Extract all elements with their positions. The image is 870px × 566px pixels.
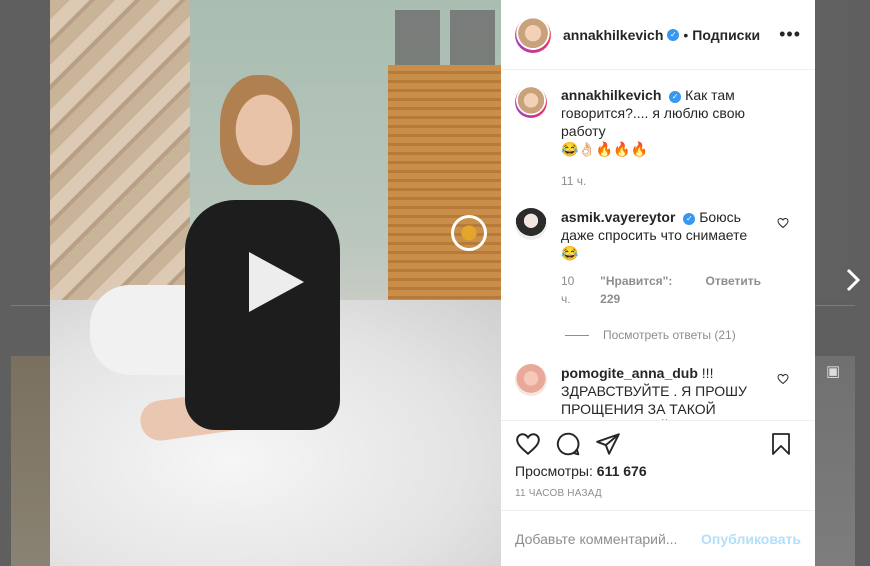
comment-icon[interactable] [555,431,587,459]
background-post-thumbnail[interactable] [11,356,51,566]
verified-badge-icon: ✓ [667,28,680,41]
add-comment-bar: Опубликовать [501,510,815,566]
caption-username[interactable]: annakhilkevich [561,87,661,103]
background-divider [11,305,51,306]
post-video[interactable] [50,0,501,566]
more-options-icon[interactable]: ••• [779,24,801,45]
verified-badge-icon: ✓ [669,91,682,103]
comment-time[interactable]: 10 ч. [561,272,586,308]
post-side-panel: annakhilkevich ✓ • Подписки ••• annakhil… [501,0,815,566]
video-frame-subject [185,200,340,430]
comment-item: asmik.vayereytor ✓ Боюсь даже спросить ч… [515,208,801,308]
post-header: annakhilkevich ✓ • Подписки ••• [501,0,815,70]
video-frame-background [50,0,190,330]
comment-item: pomogite_anna_dub !!! ЗДРАВСТВУЙТЕ . Я П… [515,364,801,420]
background-post-thumbnail[interactable] [815,356,855,566]
play-icon[interactable] [249,252,304,312]
comment-likes[interactable]: "Нравится": 229 [600,272,691,308]
comment-input[interactable] [515,530,702,547]
reply-button[interactable]: Ответить [706,272,761,308]
background-feed [815,0,855,300]
bookmark-icon[interactable] [769,431,801,459]
post-timestamp[interactable]: 11 ЧАСОВ НАЗАД [515,488,801,499]
views-count: 611 676 [596,463,647,479]
video-frame-background [395,10,495,65]
verified-badge-icon: ✓ [683,213,696,225]
views-counter[interactable]: Просмотры: 611 676 [515,463,801,479]
heart-icon[interactable] [515,431,547,459]
comment-like-heart-icon[interactable] [777,372,789,390]
comments-list: annakhilkevich ✓ Как там говорится?.... … [501,70,815,420]
comment-like-heart-icon[interactable] [777,216,789,234]
following-button[interactable]: Подписки [692,27,760,43]
publish-button[interactable]: Опубликовать [701,531,801,547]
comment-username[interactable]: pomogite_anna_dub [561,365,698,381]
header-separator: • [683,26,689,43]
chevron-right-icon[interactable] [842,268,864,298]
post-caption: annakhilkevich ✓ Как там говорится?.... … [515,86,801,190]
avatar[interactable] [515,16,551,53]
share-icon[interactable] [595,431,627,459]
author-username[interactable]: annakhilkevich [563,27,663,43]
view-replies-label[interactable]: Посмотреть ответы (21) [603,326,736,344]
replies-divider [565,334,589,336]
caption-emoji: 😂👌🏻🔥🔥🔥 [561,141,649,157]
background-divider [815,305,855,306]
avatar[interactable] [515,208,547,240]
views-label: Просмотры: [515,463,593,479]
video-frame-subject [220,75,300,185]
video-camera-icon: ▣ [826,363,841,380]
avatar[interactable] [515,364,547,396]
video-frame-object [451,215,487,251]
post-modal: annakhilkevich ✓ • Подписки ••• annakhil… [50,0,815,566]
view-replies-button[interactable]: Посмотреть ответы (21) [565,326,801,344]
avatar[interactable] [515,86,547,118]
caption-time[interactable]: 11 ч. [561,172,586,190]
comment-username[interactable]: asmik.vayereytor [561,209,675,225]
